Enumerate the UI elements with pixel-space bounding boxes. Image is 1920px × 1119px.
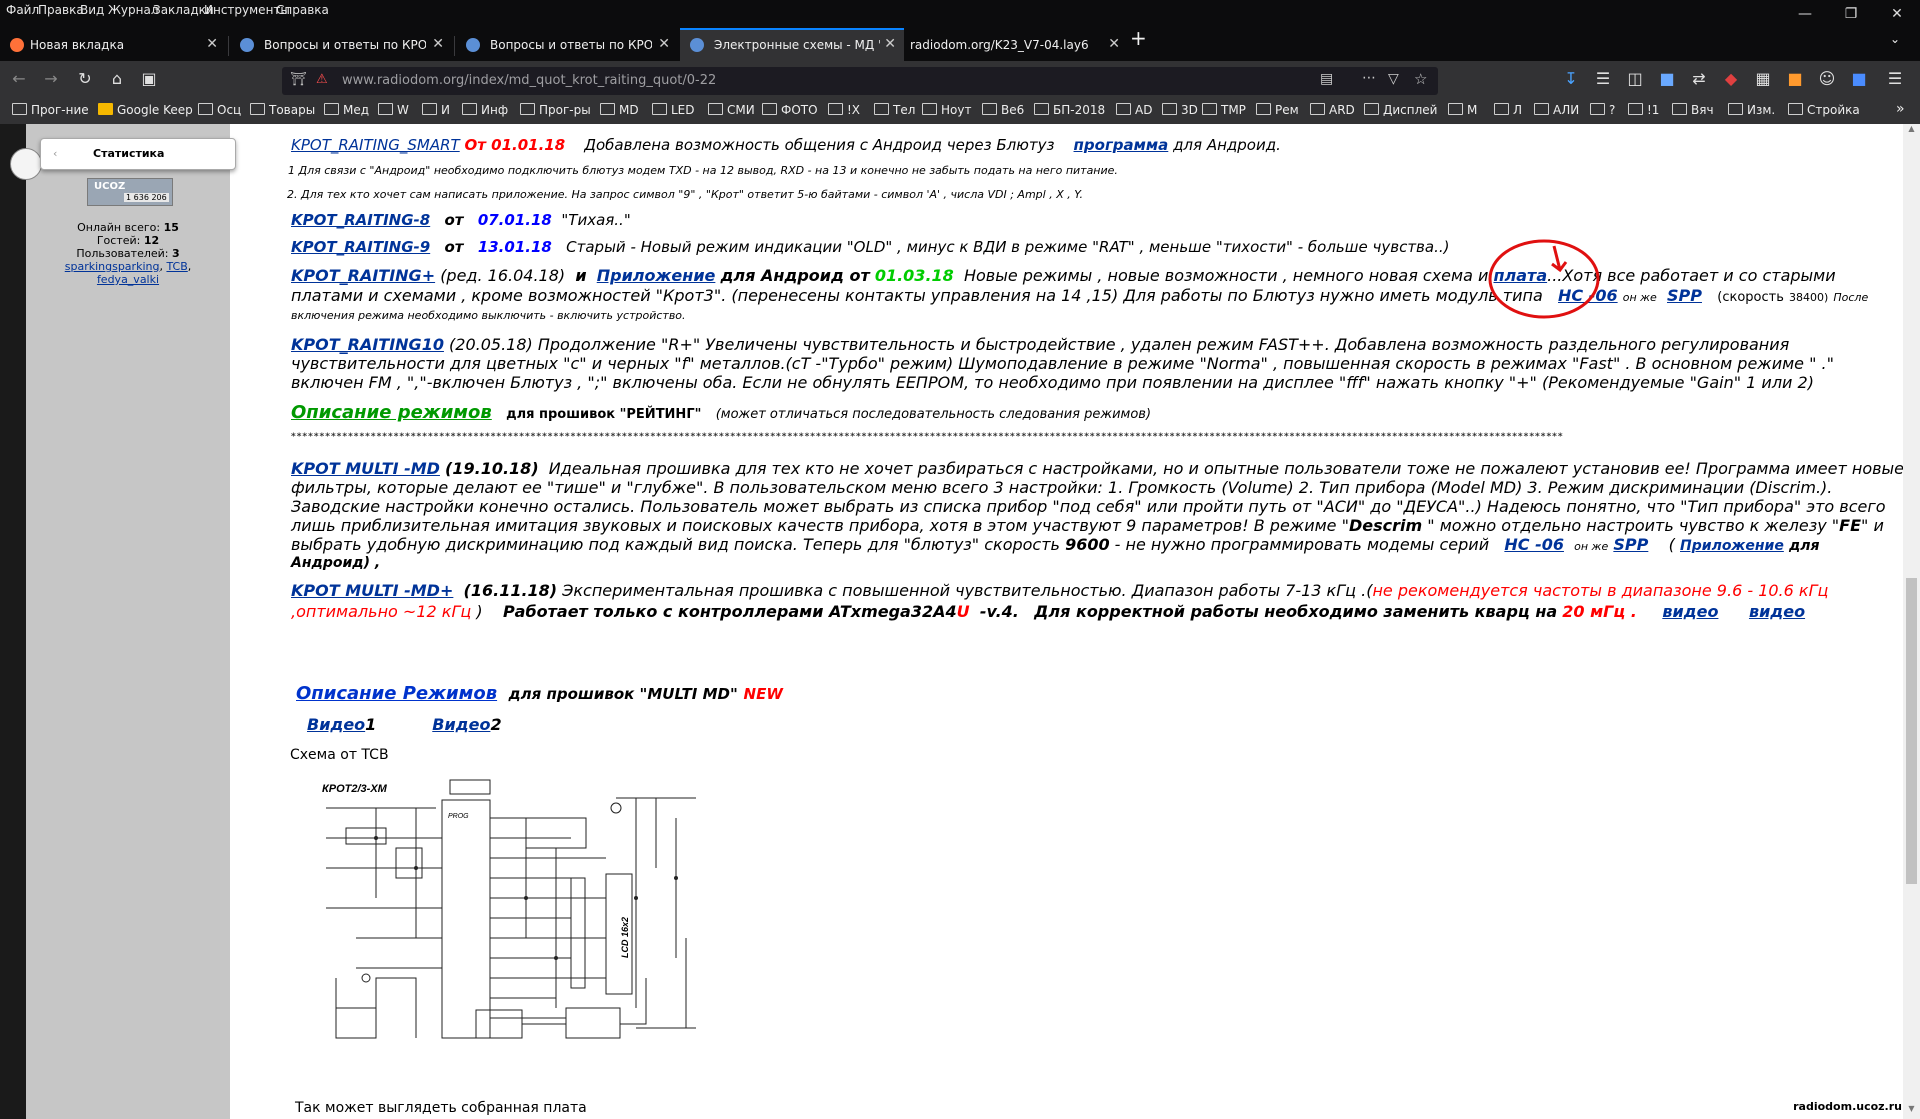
schematic-title: КРОТ2/3-ХМ bbox=[322, 783, 388, 795]
krot-raiting10-link[interactable]: KPOT_RAITING10 bbox=[291, 335, 444, 354]
schematic-prog-label: PROG bbox=[448, 813, 469, 820]
schematic-drawing: КРОТ2/3-ХМ PROG LCD 16x2 bbox=[322, 779, 696, 1039]
site-watermark: radiodom.ucoz.ru bbox=[1793, 1100, 1902, 1113]
video-link[interactable]: видео bbox=[1749, 602, 1805, 621]
krot-multi-md-plus-link[interactable]: KPOT MULTI -MD+ bbox=[291, 581, 453, 600]
main-content: KPOT_RAITING_SMART От 01.01.18 Добавлена… bbox=[287, 136, 1905, 1116]
spp-link[interactable]: SPP bbox=[1613, 535, 1648, 554]
video-link[interactable]: видео bbox=[1662, 602, 1718, 621]
krot-raiting-smart-link[interactable]: KPOT_RAITING_SMART bbox=[291, 136, 460, 154]
video-1-link[interactable]: Видео1 bbox=[307, 715, 376, 734]
scroll-down-icon[interactable]: ▼ bbox=[1906, 1104, 1917, 1118]
krot-raiting-plus-link[interactable]: KPOT_RAITING+ bbox=[291, 266, 435, 285]
spp-link[interactable]: SPP bbox=[1667, 286, 1702, 305]
hc06-link[interactable]: HC -06 bbox=[1504, 535, 1564, 554]
program-link[interactable]: программа bbox=[1074, 136, 1169, 154]
krot-raiting-8-link[interactable]: KPOT_RAITING-8 bbox=[291, 211, 430, 229]
modes-description-link[interactable]: Описание режимов bbox=[291, 402, 492, 423]
app-link[interactable]: Приложение bbox=[1680, 538, 1784, 554]
app-link[interactable]: Приложение bbox=[597, 266, 716, 285]
schematic-lcd-label: LCD 16x2 bbox=[620, 917, 630, 958]
scrollbar-thumb[interactable] bbox=[1906, 578, 1917, 884]
multi-md-modes-link[interactable]: Описание Режимов bbox=[296, 683, 497, 704]
video-2-link[interactable]: Видео2 bbox=[432, 715, 501, 734]
annotation-circle bbox=[1488, 239, 1600, 319]
krot-raiting-9-link[interactable]: KPOT_RAITING-9 bbox=[291, 238, 430, 256]
separator: ****************************************… bbox=[291, 432, 1564, 442]
krot-multi-md-link[interactable]: KPOT MULTI -MD bbox=[291, 459, 440, 478]
scroll-up-icon[interactable]: ▲ bbox=[1906, 124, 1917, 138]
schematic-image[interactable]: КРОТ2/3-ХМ PROG LCD 16x2 bbox=[316, 778, 702, 1060]
